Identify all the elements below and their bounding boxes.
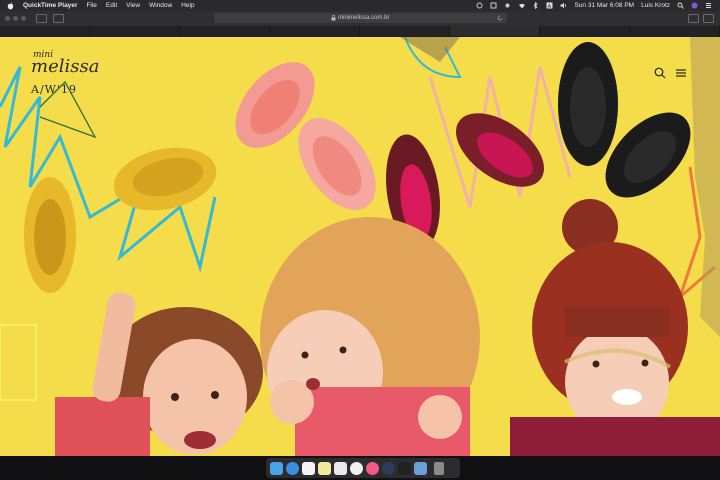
share-button[interactable] (688, 14, 699, 23)
spotlight-search-icon[interactable] (677, 2, 684, 9)
apple-menu-icon[interactable] (7, 1, 14, 10)
keyboard-input-icon[interactable]: A (546, 2, 553, 10)
yellow-scribble (0, 324, 37, 401)
safari-icon[interactable] (286, 461, 299, 475)
wifi-icon[interactable] (518, 2, 526, 9)
trash-icon[interactable] (434, 461, 444, 475)
volume-icon[interactable] (560, 2, 567, 9)
hero-banner: mini melissa A/W'19 (0, 37, 720, 456)
photos-icon[interactable] (350, 461, 363, 475)
app-name[interactable]: QuickTime Player (23, 0, 77, 11)
url-text: minimelissa.com.br (338, 15, 390, 21)
notification-center-icon[interactable] (705, 2, 712, 9)
tab-bar (0, 26, 720, 36)
browser-tab-active[interactable] (450, 26, 540, 36)
reload-icon[interactable] (497, 13, 503, 27)
logo-melissa-text: melissa (31, 56, 100, 77)
bluetooth-icon[interactable] (532, 1, 539, 10)
notes-icon[interactable] (318, 461, 331, 475)
svg-text:A: A (548, 4, 552, 9)
dock-shelf (266, 458, 460, 478)
status-icon[interactable] (504, 2, 511, 9)
collection-season: A/W'19 (31, 83, 77, 96)
sidebar-toggle-button[interactable] (53, 14, 64, 23)
close-window-button[interactable] (5, 16, 10, 21)
address-bar[interactable]: minimelissa.com.br (214, 13, 507, 23)
terminal-icon[interactable] (398, 461, 411, 475)
textedit-icon[interactable] (334, 461, 347, 475)
menu-edit[interactable]: Edit (106, 0, 117, 11)
status-icon[interactable] (490, 2, 497, 9)
child-right (510, 199, 720, 456)
menu-help[interactable]: Help (181, 0, 194, 11)
glitter-decoration (690, 37, 720, 337)
minimize-window-button[interactable] (13, 16, 18, 21)
search-icon[interactable] (654, 66, 666, 79)
menu-view[interactable]: View (126, 0, 140, 11)
pink-sandal (235, 62, 376, 210)
menu-window[interactable]: Window (149, 0, 172, 11)
yellow-sandal (24, 147, 217, 293)
finder-icon[interactable] (270, 461, 283, 475)
brand-logo[interactable]: mini melissa A/W'19 (31, 50, 99, 96)
browser-tab[interactable] (360, 26, 450, 36)
calendar-icon[interactable] (302, 461, 315, 475)
lock-icon (331, 14, 336, 21)
child-middle (260, 217, 480, 456)
browser-tab[interactable] (0, 26, 90, 36)
browser-tab[interactable] (270, 26, 360, 36)
browser-tab[interactable] (90, 26, 180, 36)
browser-tab[interactable] (540, 26, 630, 36)
browser-tab[interactable] (630, 26, 720, 36)
back-button[interactable] (36, 14, 47, 23)
tabs-overview-button[interactable] (703, 14, 714, 23)
hero-photo (0, 37, 720, 456)
browser-toolbar: minimelissa.com.br (0, 11, 720, 26)
menubar-clock[interactable]: Sun 31 Mar 6:08 PM (574, 0, 634, 11)
siri-icon[interactable] (691, 2, 698, 9)
zoom-window-button[interactable] (21, 16, 26, 21)
child-left (55, 292, 263, 456)
menubar: QuickTime Player File Edit View Window H… (0, 0, 720, 11)
window-controls (0, 16, 26, 21)
preview-icon[interactable] (414, 461, 427, 475)
menubar-user[interactable]: Luis Krotz (641, 0, 670, 11)
itunes-icon[interactable] (366, 461, 379, 475)
dock (0, 456, 720, 480)
browser-tab[interactable] (180, 26, 270, 36)
status-icon[interactable] (476, 2, 483, 9)
quicktime-icon[interactable] (382, 461, 395, 475)
menu-file[interactable]: File (86, 0, 96, 11)
menu-icon[interactable] (675, 66, 687, 78)
